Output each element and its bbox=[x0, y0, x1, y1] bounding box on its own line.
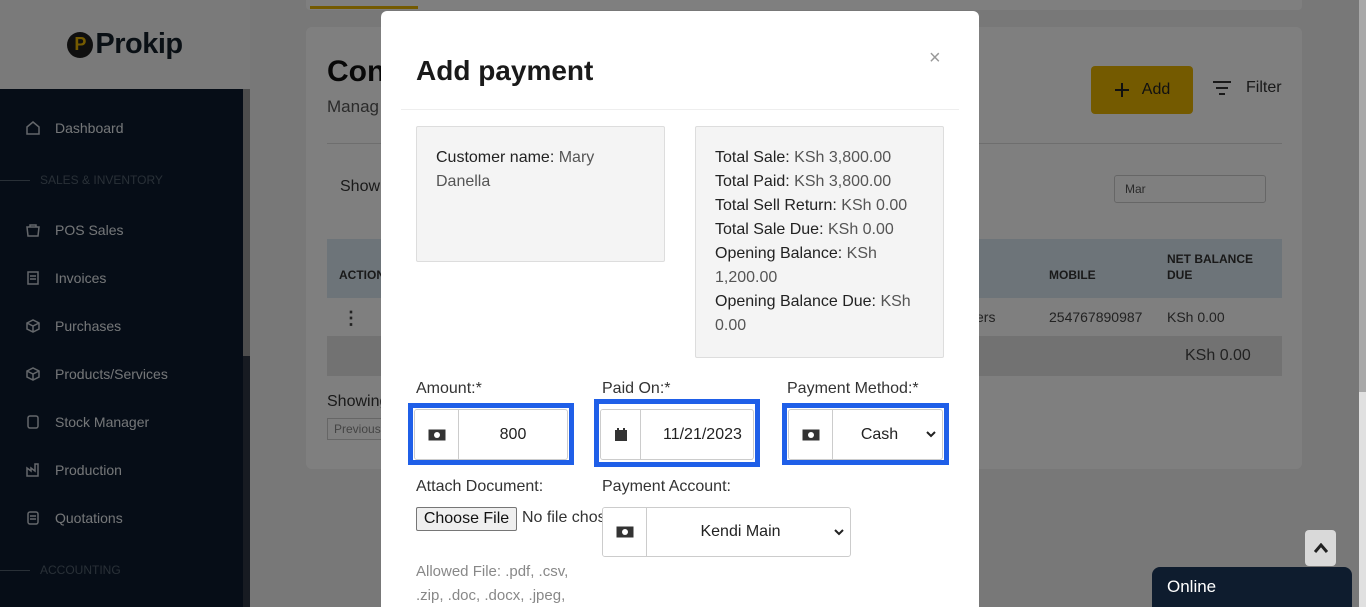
summary-value: KSh 0.00 bbox=[841, 197, 908, 214]
summary-value: KSh 3,800.00 bbox=[794, 149, 892, 166]
customer-info-box: Customer name: Mary Danella bbox=[416, 126, 665, 262]
amount-highlight bbox=[408, 403, 574, 465]
scroll-top-button[interactable] bbox=[1305, 530, 1336, 566]
summary-label: Opening Balance Due: bbox=[715, 293, 876, 310]
close-icon[interactable]: × bbox=[929, 47, 941, 70]
modal-header-divider bbox=[401, 109, 959, 110]
amount-label: Amount:* bbox=[416, 380, 482, 397]
payment-account-value: Kendi Main bbox=[700, 523, 781, 540]
modal-title: Add payment bbox=[416, 55, 594, 86]
paid-on-highlight bbox=[594, 399, 760, 467]
chat-widget[interactable]: Online bbox=[1152, 567, 1352, 607]
summary-label: Total Sale: bbox=[715, 149, 790, 166]
customer-name-label: Customer name: bbox=[436, 149, 555, 166]
summary-label: Opening Balance: bbox=[715, 245, 843, 262]
summary-value: KSh 3,800.00 bbox=[794, 173, 892, 190]
payment-account-dropdown[interactable]: Kendi Main bbox=[647, 508, 850, 556]
paid-on-label: Paid On:* bbox=[602, 380, 671, 397]
summary-label: Total Sale Due: bbox=[715, 221, 824, 238]
money-icon bbox=[603, 508, 647, 556]
summary-label: Total Sell Return: bbox=[715, 197, 837, 214]
file-status: No file chosen bbox=[522, 509, 602, 526]
chevron-up-icon bbox=[1313, 543, 1328, 553]
chevron-down-icon bbox=[834, 528, 844, 535]
payment-method-label: Payment Method:* bbox=[787, 380, 919, 397]
payment-method-highlight bbox=[782, 403, 949, 465]
payment-account-select[interactable]: Kendi Main bbox=[602, 507, 851, 557]
summary-label: Total Paid: bbox=[715, 173, 790, 190]
allowed-files-note: Allowed File: .pdf, .csv, .zip, .doc, .d… bbox=[416, 563, 569, 604]
summary-value: KSh 0.00 bbox=[827, 221, 894, 238]
sale-summary-box: Total Sale: KSh 3,800.00 Total Paid: KSh… bbox=[695, 126, 944, 358]
payment-account-label: Payment Account: bbox=[602, 478, 731, 495]
choose-file-button[interactable]: Choose File bbox=[416, 507, 517, 531]
page-scrollbar-thumb[interactable] bbox=[1359, 0, 1366, 392]
attach-document-label: Attach Document: bbox=[416, 478, 544, 495]
